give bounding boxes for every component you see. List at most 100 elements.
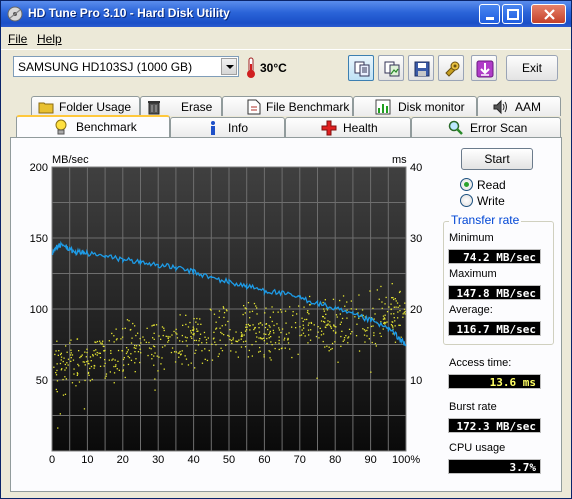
access-time-point — [335, 314, 338, 316]
access-time-point — [207, 337, 209, 339]
access-time-point — [217, 355, 219, 358]
access-time-point — [70, 360, 72, 362]
tab-benchmark[interactable]: Benchmark — [16, 115, 170, 137]
access-time-point — [265, 323, 267, 325]
access-time-point — [60, 359, 62, 361]
access-time-point — [258, 323, 260, 325]
access-time-point — [55, 388, 57, 391]
access-time-point — [229, 329, 231, 331]
access-time-point — [195, 339, 197, 342]
access-time-point — [324, 346, 326, 348]
access-time-point — [193, 334, 195, 336]
access-time-point — [384, 314, 386, 316]
access-time-point — [231, 342, 233, 344]
access-time-point — [58, 350, 60, 352]
access-time-point — [185, 358, 188, 360]
access-time-point — [145, 341, 147, 343]
access-time-point — [395, 300, 397, 302]
access-time-point — [395, 306, 397, 308]
access-time-point — [99, 365, 102, 367]
average-label: Average: — [449, 304, 493, 316]
access-time-point — [90, 365, 93, 368]
access-time-point — [251, 355, 253, 357]
access-time-point — [219, 339, 221, 341]
access-time-point — [309, 295, 311, 298]
access-time-point — [313, 324, 315, 326]
access-time-point — [95, 349, 97, 351]
access-time-point — [235, 331, 237, 333]
access-time-point — [82, 361, 84, 363]
access-time-point — [179, 350, 181, 353]
access-time-point — [153, 364, 155, 366]
access-time-point — [153, 355, 155, 357]
y-right-tick-label: 10 — [410, 375, 422, 387]
access-time-point — [383, 322, 385, 324]
access-time-point — [148, 341, 150, 344]
access-time-point — [278, 339, 280, 342]
access-time-point — [351, 331, 353, 333]
access-time-point — [123, 364, 125, 366]
access-time-point — [374, 342, 377, 345]
access-time-point — [386, 321, 388, 323]
access-time-point — [173, 351, 176, 353]
access-time-point — [258, 331, 261, 333]
access-time-point — [196, 328, 198, 330]
access-time-point — [221, 350, 224, 352]
access-time-point — [122, 370, 124, 372]
access-time-point — [134, 362, 136, 364]
access-time-point — [142, 336, 144, 338]
access-time-point — [334, 341, 336, 343]
access-time-point — [336, 316, 338, 318]
access-time-point — [366, 329, 368, 332]
access-time-point — [222, 306, 224, 308]
access-time-point — [137, 332, 139, 334]
access-time-point — [76, 374, 78, 376]
access-time-point — [193, 332, 195, 335]
access-time-point — [135, 347, 137, 349]
access-time-point — [211, 343, 213, 345]
y-left-tick-label: 200 — [30, 162, 48, 174]
access-time-point — [394, 325, 396, 327]
access-time-point — [403, 308, 406, 310]
access-time-point — [358, 350, 361, 352]
access-time-point — [165, 335, 167, 337]
access-time-point — [115, 365, 117, 368]
read-radio[interactable]: Read — [460, 178, 530, 192]
access-time-point — [307, 324, 309, 326]
access-time-point — [75, 385, 77, 387]
access-time-point — [113, 365, 115, 368]
access-time-point — [238, 339, 240, 341]
access-time-point — [118, 369, 120, 371]
access-time-point — [117, 349, 120, 352]
write-radio[interactable]: Write — [460, 194, 530, 208]
access-time-label: Access time: — [449, 357, 512, 369]
access-time-point — [78, 365, 80, 367]
access-time-point — [115, 364, 117, 366]
access-time-point — [355, 335, 358, 337]
access-time-point — [337, 361, 339, 363]
access-time-point — [99, 340, 101, 342]
access-time-point — [276, 323, 278, 325]
access-time-point — [325, 313, 327, 315]
access-time-point — [101, 342, 103, 344]
access-time-point — [138, 344, 141, 347]
access-time-point — [266, 342, 268, 345]
access-time-point — [190, 330, 192, 332]
access-time-point — [316, 377, 318, 379]
start-button[interactable]: Start — [461, 148, 533, 170]
access-time-point — [346, 309, 348, 311]
access-time-point — [90, 360, 92, 362]
access-time-point — [330, 326, 332, 328]
access-time-point — [327, 320, 329, 322]
access-time-point — [113, 335, 115, 337]
access-time-point — [404, 310, 406, 313]
cpu-usage-label: CPU usage — [449, 442, 506, 454]
access-time-point — [187, 326, 190, 328]
access-time-point — [269, 316, 271, 318]
access-time-point — [181, 363, 183, 365]
access-time-point — [223, 334, 225, 336]
access-time-point — [108, 340, 110, 342]
x-tick-label: 90 — [364, 454, 376, 466]
cpu-usage-value: 3.7% — [448, 459, 541, 474]
access-time-point — [254, 327, 256, 329]
